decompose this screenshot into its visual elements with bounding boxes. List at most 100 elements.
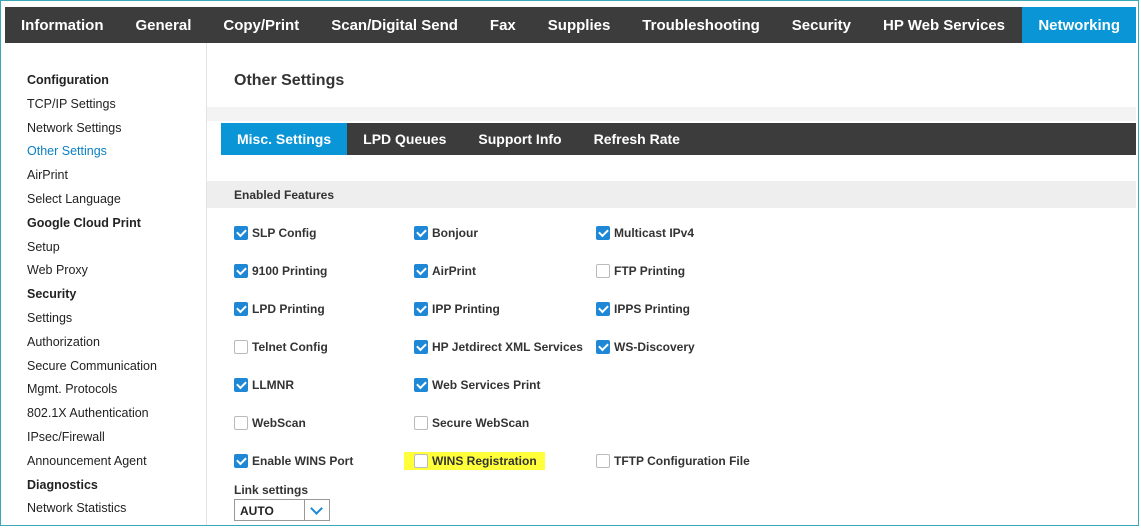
- feature-secure-webscan[interactable]: Secure WebScan: [414, 412, 529, 434]
- feature-bonjour[interactable]: Bonjour: [414, 222, 478, 244]
- sidebar-item-setup[interactable]: Setup: [27, 236, 197, 260]
- link-settings-label: Link settings: [234, 483, 309, 497]
- link-settings-select[interactable]: AUTO: [234, 499, 330, 521]
- sidebar-item-select-language[interactable]: Select Language: [27, 188, 197, 212]
- checkbox-ipp-printing[interactable]: [414, 302, 428, 316]
- feature-llmnr[interactable]: LLMNR: [234, 374, 294, 396]
- sidebar-heading-diagnostics: Diagnostics: [27, 477, 98, 492]
- feature-label: WebScan: [252, 416, 306, 430]
- feature-9100-printing[interactable]: 9100 Printing: [234, 260, 327, 282]
- tab-troubleshooting[interactable]: Troubleshooting: [626, 7, 776, 43]
- sidebar-item-settings[interactable]: Settings: [27, 307, 197, 331]
- feature-webscan[interactable]: WebScan: [234, 412, 306, 434]
- checkbox-9100-printing[interactable]: [234, 264, 248, 278]
- feature-ipp-printing[interactable]: IPP Printing: [414, 298, 500, 320]
- sidebar-item-airprint[interactable]: AirPrint: [27, 164, 197, 188]
- feature-label: Web Services Print: [432, 378, 541, 392]
- checkbox-hp-jetdirect-xml-services[interactable]: [414, 340, 428, 354]
- checkbox-webscan[interactable]: [234, 416, 248, 430]
- feature-tftp-configuration-file[interactable]: TFTP Configuration File: [596, 450, 750, 472]
- checkbox-slp-config[interactable]: [234, 226, 248, 240]
- checkbox-multicast-ipv4[interactable]: [596, 226, 610, 240]
- sidebar-item-announcement-agent[interactable]: Announcement Agent: [27, 450, 197, 474]
- feature-label: FTP Printing: [614, 264, 686, 278]
- checkbox-tftp-configuration-file[interactable]: [596, 454, 610, 468]
- sidebar-heading-security: Security: [27, 287, 77, 302]
- tab-general[interactable]: General: [120, 7, 208, 43]
- checkbox-ws-discovery[interactable]: [596, 340, 610, 354]
- feature-multicast-ipv4[interactable]: Multicast IPv4: [596, 222, 694, 244]
- top-navigation: Information General Copy/Print Scan/Digi…: [5, 7, 1136, 43]
- sidebar: Configuration TCP/IP Settings Network Sett…: [27, 69, 197, 521]
- tab-misc-settings[interactable]: Misc. Settings: [221, 123, 348, 155]
- sidebar-heading-google-cloud-print: Google Cloud Print: [27, 215, 141, 230]
- checkbox-wins-registration[interactable]: [414, 454, 428, 468]
- sidebar-item-ipsec-firewall[interactable]: IPsec/Firewall: [27, 426, 197, 450]
- page-title: Other Settings: [234, 72, 345, 89]
- tab-security[interactable]: Security: [776, 7, 867, 43]
- checkbox-ipps-printing[interactable]: [596, 302, 610, 316]
- feature-enable-wins-port[interactable]: Enable WINS Port: [234, 450, 353, 472]
- checkbox-secure-webscan[interactable]: [414, 416, 428, 430]
- sidebar-item-802-1x-authentication[interactable]: 802.1X Authentication: [27, 402, 197, 426]
- checkbox-llmnr[interactable]: [234, 378, 248, 392]
- sidebar-item-mgmt-protocols[interactable]: Mgmt. Protocols: [27, 378, 197, 402]
- sub-navigation: Misc. Settings LPD Queues Support Info R…: [221, 123, 1136, 155]
- feature-label: LLMNR: [252, 378, 294, 392]
- feature-wins-registration[interactable]: WINS Registration: [404, 450, 545, 472]
- feature-ipps-printing[interactable]: IPPS Printing: [596, 298, 690, 320]
- checkbox-ftp-printing[interactable]: [596, 264, 610, 278]
- tab-scan-digital-send[interactable]: Scan/Digital Send: [315, 7, 474, 43]
- checkbox-telnet-config[interactable]: [234, 340, 248, 354]
- sidebar-heading-configuration: Configuration: [27, 73, 109, 87]
- page-frame: Information General Copy/Print Scan/Digi…: [0, 0, 1139, 526]
- title-divider: [207, 107, 1136, 121]
- sidebar-item-secure-communication[interactable]: Secure Communication: [27, 355, 197, 379]
- tab-support-info[interactable]: Support Info: [462, 123, 577, 155]
- feature-ws-discovery[interactable]: WS-Discovery: [596, 336, 695, 358]
- tab-information[interactable]: Information: [5, 7, 120, 43]
- checkbox-airprint[interactable]: [414, 264, 428, 278]
- section-title: Enabled Features: [234, 188, 335, 202]
- tab-fax[interactable]: Fax: [474, 7, 532, 43]
- sidebar-item-tcp-ip-settings[interactable]: TCP/IP Settings: [27, 93, 197, 117]
- checkbox-bonjour[interactable]: [414, 226, 428, 240]
- sidebar-item-web-proxy[interactable]: Web Proxy: [27, 259, 197, 283]
- chevron-down-icon[interactable]: [304, 500, 329, 520]
- tab-lpd-queues[interactable]: LPD Queues: [347, 123, 462, 155]
- feature-slp-config[interactable]: SLP Config: [234, 222, 316, 244]
- feature-lpd-printing[interactable]: LPD Printing: [234, 298, 325, 320]
- link-settings-value: AUTO: [240, 504, 274, 518]
- checkbox-lpd-printing[interactable]: [234, 302, 248, 316]
- feature-label: SLP Config: [252, 226, 317, 240]
- sidebar-item-authorization[interactable]: Authorization: [27, 331, 197, 355]
- feature-ftp-printing[interactable]: FTP Printing: [596, 260, 685, 282]
- checkbox-enable-wins-port[interactable]: [234, 454, 248, 468]
- feature-hp-jetdirect-xml-services[interactable]: HP Jetdirect XML Services: [414, 336, 583, 358]
- checkbox-web-services-print[interactable]: [414, 378, 428, 392]
- feature-label: AirPrint: [432, 264, 477, 278]
- feature-label: Bonjour: [432, 226, 478, 240]
- feature-label: 9100 Printing: [252, 264, 328, 278]
- feature-label: Telnet Config: [252, 340, 328, 354]
- enabled-features-header: Enabled Features: [207, 181, 1136, 208]
- tab-hp-web-services[interactable]: HP Web Services: [867, 7, 1021, 43]
- feature-label: Enable WINS Port: [252, 454, 354, 468]
- sidebar-item-network-statistics[interactable]: Network Statistics: [27, 497, 197, 521]
- tab-copy-print[interactable]: Copy/Print: [207, 7, 315, 43]
- feature-label: TFTP Configuration File: [614, 454, 750, 468]
- feature-web-services-print[interactable]: Web Services Print: [414, 374, 541, 396]
- tab-supplies[interactable]: Supplies: [532, 7, 627, 43]
- feature-airprint[interactable]: AirPrint: [414, 260, 476, 282]
- feature-label: HP Jetdirect XML Services: [432, 340, 583, 354]
- feature-label: WS-Discovery: [614, 340, 695, 354]
- feature-label: WINS Registration: [432, 454, 537, 468]
- sidebar-item-other-settings[interactable]: Other Settings: [27, 140, 197, 164]
- tab-networking[interactable]: Networking: [1022, 7, 1136, 43]
- feature-label: IPPS Printing: [614, 302, 691, 316]
- feature-label: LPD Printing: [252, 302, 325, 316]
- sidebar-item-network-settings[interactable]: Network Settings: [27, 117, 197, 141]
- tab-refresh-rate[interactable]: Refresh Rate: [578, 123, 696, 155]
- feature-label: IPP Printing: [432, 302, 500, 316]
- feature-telnet-config[interactable]: Telnet Config: [234, 336, 328, 358]
